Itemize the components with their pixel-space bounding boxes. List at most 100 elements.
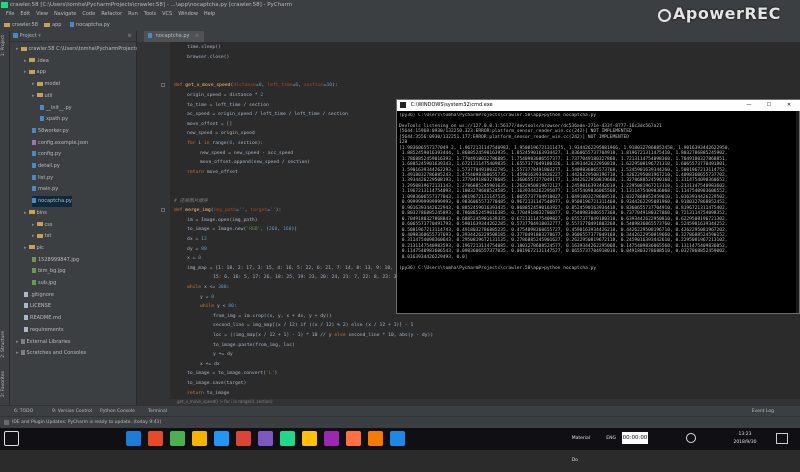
tree-item-label: LICENSE [30,303,51,310]
taskbar-app-icon[interactable] [324,431,339,446]
cmd-output: (py36) C:\Users\tomha\PycharmProjects\cr… [399,113,797,313]
tree-item[interactable]: ▸ .idea [24,56,49,67]
close-button[interactable]: ✕ [782,100,796,111]
menu-refactor[interactable]: Refactor [101,10,122,19]
taskbar-app-icon[interactable] [280,431,295,446]
tree-item[interactable]: main.py [32,184,58,195]
menu-file[interactable]: File [6,10,14,19]
tree-item[interactable]: list.py [32,173,53,184]
chevron-right-icon[interactable]: ▸ [32,233,35,239]
chevron-right-icon[interactable]: ▸ [24,58,27,64]
start-button-icon[interactable] [4,431,19,446]
project-view-selector[interactable]: Project [20,33,37,39]
structure-tool-tab[interactable]: 2: Structure [1,331,6,358]
language-indicator[interactable]: ENG [606,428,616,450]
tree-item[interactable]: ▸ model [32,79,60,90]
fold-marker-icon[interactable] [161,83,165,88]
taskbar-app-icon[interactable] [258,431,273,446]
taskbar-app-icon[interactable] [126,431,141,446]
menu-edit[interactable]: Edit [20,10,30,19]
tree-item[interactable]: sub.jpg [32,278,56,289]
tree-item[interactable]: config.example.json [32,138,88,149]
json-file-icon [32,139,36,145]
breadcrumb-file[interactable]: nocaptcha.py [70,21,110,29]
menu-help[interactable]: Help [204,10,215,19]
taskbar-app-icon[interactable] [192,431,207,446]
chevron-right-icon[interactable]: ▸ [24,245,27,251]
favorites-tool-tab[interactable]: 2: Favorites [1,371,6,397]
clock-date[interactable]: 2018/9/30 [730,439,760,447]
taskbar-app-icon[interactable] [390,431,405,446]
tree-item[interactable]: ▸ util [32,91,52,102]
project-tool-tab[interactable]: 1: Project [1,35,6,56]
fold-marker-icon[interactable] [161,208,165,213]
tree-item[interactable]: xpath.py [40,114,68,125]
taskbar-app-icon[interactable] [368,431,383,446]
chevron-right-icon[interactable]: ▸ [24,210,27,216]
taskbar-app-icon[interactable] [214,431,229,446]
tree-item[interactable]: __init__.py [40,103,72,114]
taskbar-app-icon[interactable] [302,431,317,446]
menu-tools[interactable]: Tools [144,10,156,19]
tree-item-label: model [44,81,61,88]
tree-item[interactable]: ▸ Scratches and Consoles [16,348,86,359]
chevron-right-icon[interactable]: ▸ [32,222,35,228]
record-stop-icon[interactable] [686,433,696,443]
tab-nocaptcha[interactable]: nocaptcha.py × [144,31,204,42]
tree-item[interactable]: nocaptcha.py [32,196,72,208]
chevron-right-icon[interactable]: ▸ [24,69,27,75]
taskbar-app-icon[interactable] [148,431,163,446]
tree-item[interactable]: config.py [32,149,61,160]
taskbar-app-icon[interactable] [236,431,251,446]
menu-code[interactable]: Code [82,10,95,19]
gear-icon[interactable]: ⚙ [128,31,132,41]
chevron-right-icon[interactable]: ▸ [16,350,19,356]
chevron-down-icon[interactable]: ▾ [38,33,41,39]
tree-item[interactable]: README.md [24,313,61,324]
breadcrumb-app[interactable]: app [44,21,61,29]
tree-item[interactable]: 1528999847.jpg [32,255,79,266]
tree-item[interactable]: ▸ txt [32,231,51,242]
cmd-window[interactable]: C:\WINDOWS\system32\cmd.exe — ☐ ✕ (py36)… [396,99,800,314]
image-file-icon [32,280,36,285]
menu-view[interactable]: View [36,10,48,19]
code-line[interactable]: return move_offset [171,167,238,178]
tree-item[interactable]: ▸ External Libraries [16,337,70,348]
image-file-icon [32,268,36,274]
clock-time[interactable]: 13:23 [732,431,758,439]
tree-item[interactable]: detail.py [32,161,60,172]
menu-run[interactable]: Run [128,10,138,19]
tree-item[interactable]: 58worker.py [32,126,69,137]
image-file-icon [32,256,36,262]
breadcrumb-root[interactable]: crawler.58 [4,21,38,29]
menu-window[interactable]: Window [178,10,198,19]
tree-item[interactable]: ▸ app [24,67,46,78]
folder-icon [36,93,43,98]
tree-item[interactable]: ▸ bins [24,208,47,219]
menu-navigate[interactable]: Navigate [54,10,76,19]
taskbar-app-icon[interactable] [170,431,185,446]
chevron-right-icon[interactable]: ▸ [32,93,35,99]
maximize-button[interactable]: ☐ [762,100,776,111]
tree-item[interactable]: .gitignore [24,290,54,301]
tree-item[interactable]: requirements [24,325,63,336]
chevron-right-icon[interactable]: ▸ [32,81,35,87]
tree-item-label: README.md [30,315,62,322]
tree-item[interactable]: LICENSE [24,301,51,312]
tree-item-label: 1528999847.jpg [38,256,80,263]
chevron-right-icon[interactable]: ▸ [16,46,19,52]
chevron-right-icon[interactable]: ▸ [16,339,19,345]
minimize-button[interactable]: — [742,100,756,111]
taskbar-app-icon[interactable] [346,431,361,446]
notification-icon[interactable] [776,433,788,444]
cmd-title-bar: C:\WINDOWS\system32\cmd.exe — ☐ ✕ [397,100,800,111]
menu-vcs[interactable]: VCS [162,10,172,19]
tree-item[interactable]: ▸ pic [24,243,44,254]
folder-icon [36,233,43,238]
code-line[interactable]: browser.close() [171,52,229,63]
tree-item[interactable]: bim_bg.jpg [32,266,66,277]
code-line[interactable]: return to_image [171,388,229,399]
tree-item[interactable]: ▸ css [32,220,52,231]
cmd-scrollbar[interactable] [796,111,799,313]
close-icon[interactable]: × [195,33,199,39]
